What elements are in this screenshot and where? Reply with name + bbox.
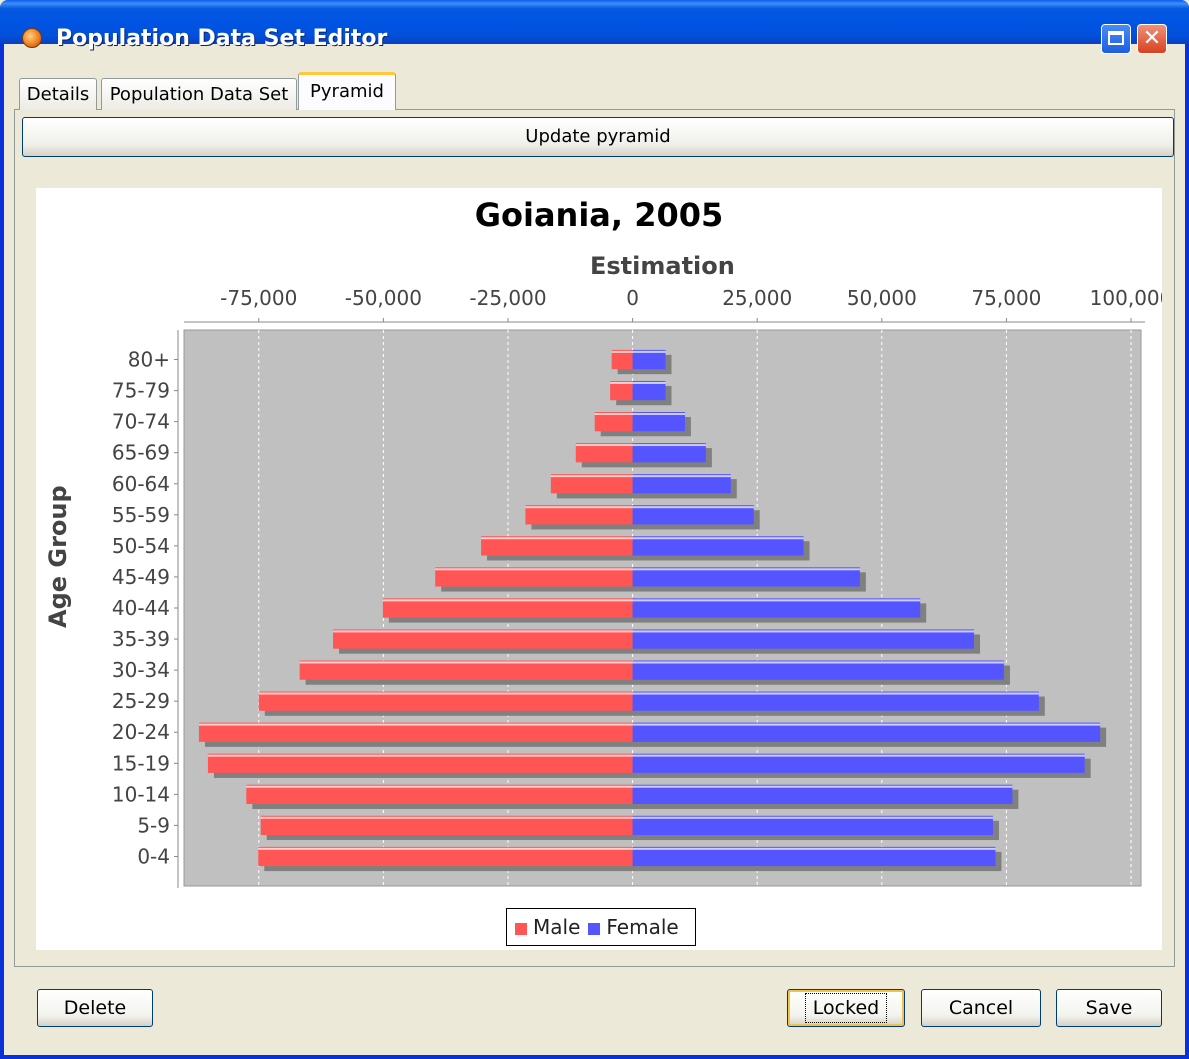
bar-highlight xyxy=(632,568,860,571)
y-tick-label: 30-34 xyxy=(112,658,170,682)
tab-population-data-set[interactable]: Population Data Set xyxy=(101,78,297,110)
y-tick-label: 10-14 xyxy=(112,782,170,806)
bar-highlight xyxy=(632,754,1085,757)
bar-highlight xyxy=(525,506,633,509)
bar-highlight xyxy=(382,599,633,602)
bar-highlight xyxy=(435,568,633,571)
bar-highlight xyxy=(632,599,921,602)
x-tick-label: 75,000 xyxy=(971,286,1041,310)
legend-label-female: Female xyxy=(606,915,679,939)
y-tick-label: 5-9 xyxy=(137,813,170,837)
legend-swatch-male xyxy=(515,922,527,935)
y-tick-label: 40-44 xyxy=(112,596,170,620)
bar-highlight xyxy=(632,381,666,384)
bar-highlight xyxy=(575,444,633,447)
x-tick-label: 50,000 xyxy=(847,286,917,310)
x-tick-label: 100,000 xyxy=(1090,286,1162,310)
bar-highlight xyxy=(260,816,633,819)
bar-highlight xyxy=(632,475,731,478)
chart-svg: -75,000 -50,000 -25,000 0 25,000 50,000 75,000… xyxy=(112,286,1162,888)
bar-highlight xyxy=(246,785,633,788)
save-button[interactable]: Save xyxy=(1056,989,1162,1027)
bar-highlight xyxy=(632,413,685,416)
app-icon xyxy=(22,28,42,48)
window-title: Population Data Set Editor xyxy=(56,26,388,51)
bar-highlight xyxy=(550,475,633,478)
x-tick-label: -50,000 xyxy=(345,286,422,310)
delete-button[interactable]: Delete xyxy=(37,989,153,1027)
close-icon: ✕ xyxy=(1142,26,1162,51)
locked-button-label: Locked xyxy=(804,993,888,1023)
bar-highlight xyxy=(632,537,804,540)
y-tick-label: 65-69 xyxy=(112,441,170,465)
legend-item-male: Male xyxy=(515,915,580,939)
x-tick-label: -25,000 xyxy=(469,286,546,310)
bar-highlight xyxy=(481,537,633,540)
y-tick-label: 50-54 xyxy=(112,534,170,558)
bar-highlight xyxy=(632,630,975,633)
x-tick-label: 25,000 xyxy=(722,286,792,310)
locked-button[interactable]: Locked xyxy=(787,989,905,1027)
y-tick-label: 70-74 xyxy=(112,410,170,434)
bar-highlight xyxy=(610,381,633,384)
tab-details[interactable]: Details xyxy=(19,78,97,110)
chart-legend: Male Female xyxy=(506,908,696,946)
bar-highlight xyxy=(258,847,633,850)
bar-highlight xyxy=(198,723,633,726)
bar-highlight xyxy=(632,661,1004,664)
legend-swatch-female xyxy=(588,922,601,935)
bar-highlight xyxy=(299,661,633,664)
maximize-button[interactable] xyxy=(1101,24,1131,54)
y-tick-label: 25-29 xyxy=(112,689,170,713)
bar-highlight xyxy=(611,350,633,353)
maximize-icon xyxy=(1108,31,1124,45)
bar-highlight xyxy=(207,754,633,757)
y-tick-label: 80+ xyxy=(128,348,170,372)
tab-pyramid[interactable]: Pyramid xyxy=(298,72,396,110)
bar-highlight xyxy=(258,692,633,695)
update-pyramid-button[interactable]: Update pyramid xyxy=(22,117,1174,157)
close-button[interactable]: ✕ xyxy=(1137,24,1167,54)
bar-highlight xyxy=(632,350,666,353)
y-tick-label: 0-4 xyxy=(137,844,170,868)
bar-highlight xyxy=(632,506,754,509)
pyramid-chart: Goiania, 2005 Estimation Age Group -75,0… xyxy=(36,188,1162,950)
x-tick-label: -75,000 xyxy=(220,286,297,310)
bar-highlight xyxy=(594,413,633,416)
title-bar[interactable]: Population Data Set Editor ✕ xyxy=(0,0,1189,54)
bar-highlight xyxy=(632,723,1101,726)
y-tick-label: 15-19 xyxy=(112,751,170,775)
legend-label-male: Male xyxy=(533,915,581,939)
bar-highlight xyxy=(632,785,1013,788)
y-tick-label: 35-39 xyxy=(112,627,170,651)
bar-highlight xyxy=(632,692,1039,695)
y-tick-label: 75-79 xyxy=(112,379,170,403)
x-tick-label: 0 xyxy=(626,286,639,310)
cancel-button[interactable]: Cancel xyxy=(921,989,1041,1027)
bar-highlight xyxy=(632,816,993,819)
y-tick-label: 45-49 xyxy=(112,565,170,589)
legend-item-female: Female xyxy=(588,915,679,939)
bar-highlight xyxy=(632,847,996,850)
bar-highlight xyxy=(632,444,706,447)
y-tick-label: 55-59 xyxy=(112,503,170,527)
y-tick-label: 20-24 xyxy=(112,720,170,744)
bar-highlight xyxy=(333,630,633,633)
y-tick-label: 60-64 xyxy=(112,472,170,496)
